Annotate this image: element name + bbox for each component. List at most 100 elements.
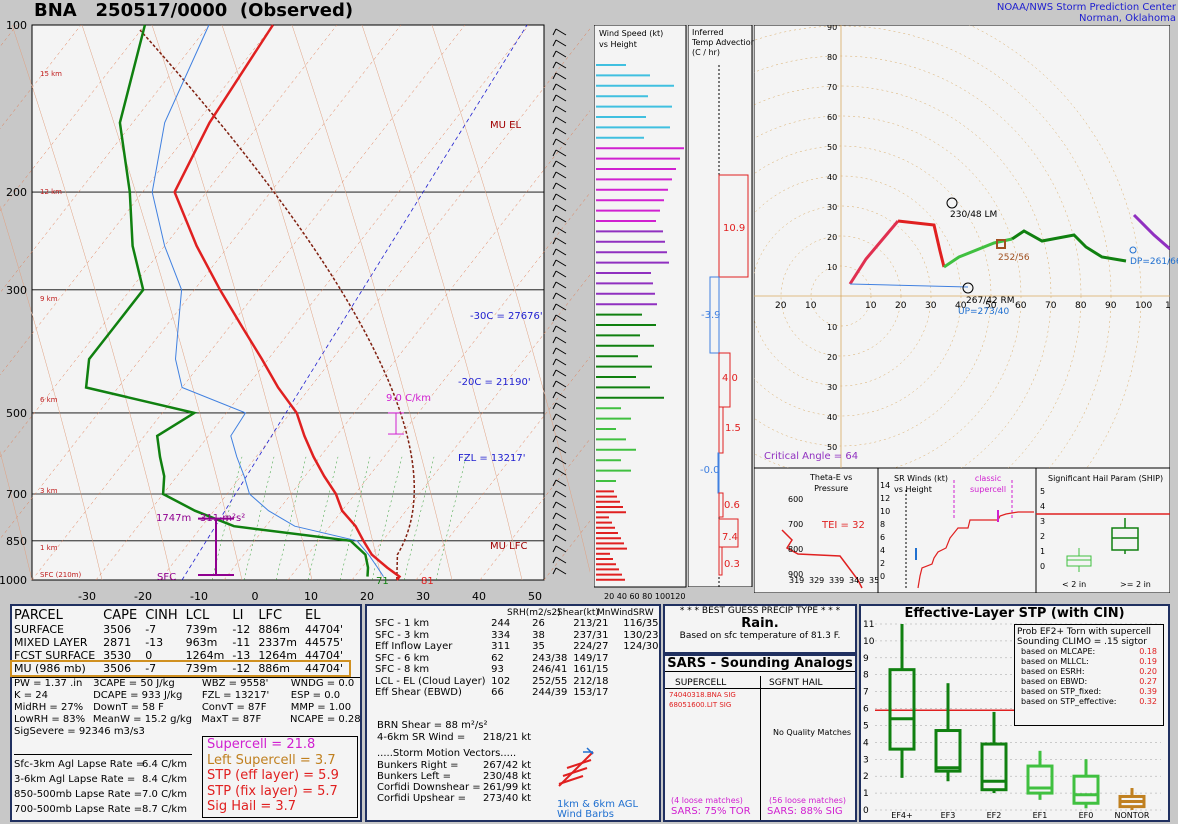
wind-barb-flag bbox=[552, 446, 557, 454]
kinematics-cell: 116/35 bbox=[623, 618, 659, 629]
wind-barb bbox=[555, 94, 567, 102]
temperature-tick-label: -20 bbox=[134, 590, 152, 603]
adv-title1: Inferred bbox=[692, 28, 724, 37]
hodo-x-tick: 100 bbox=[1135, 301, 1152, 311]
sfc-temp-label: 81 bbox=[421, 576, 434, 587]
stp-y-tick: 2 bbox=[863, 772, 869, 782]
sars-matches: 74040318.BNA SIG 68051600.LIT SIG bbox=[669, 690, 736, 710]
sig-hail-index: Sig Hail = 3.7 bbox=[207, 799, 297, 814]
stp-category-label: EF2 bbox=[987, 811, 1002, 820]
motion-row: Bunkers Right = 267/42 kt bbox=[377, 760, 531, 771]
parcel-cell: FCST SURFACE bbox=[14, 649, 96, 662]
theta-y-tick: 800 bbox=[788, 545, 804, 554]
temp-advection-panel bbox=[688, 25, 753, 587]
temperature-tick-label: -30 bbox=[78, 590, 96, 603]
wind-barb bbox=[555, 138, 567, 146]
advection-value: 7.4 bbox=[722, 532, 738, 543]
prob-row: based on STP_effective: 0.32 bbox=[1017, 697, 1161, 707]
wind-barb-flag bbox=[552, 160, 557, 168]
wind-barb bbox=[555, 72, 567, 80]
hodo-y-tick: 30 bbox=[827, 203, 837, 212]
srw-title2: vs Height bbox=[894, 485, 932, 494]
lapse-value: 6.4 C/km bbox=[142, 759, 187, 770]
stp-category-label: EF1 bbox=[1033, 811, 1048, 820]
stp-y-tick: 7 bbox=[863, 688, 869, 698]
ship-y-tick: 2 bbox=[1040, 532, 1046, 541]
wind-barb-flag bbox=[552, 347, 557, 355]
wind-title2: vs Height bbox=[599, 40, 637, 49]
hodo-y-tick: 60 bbox=[827, 113, 837, 122]
theta-x-tick: 349 bbox=[849, 576, 865, 585]
wind-barb-flag bbox=[552, 270, 557, 278]
kinematics-cell: 311 bbox=[491, 641, 511, 652]
prob-title2: Sounding CLIMO = .15 sigtor bbox=[1017, 637, 1147, 647]
wind-barb bbox=[555, 215, 567, 223]
thermo-cell: NCAPE = 0.28 bbox=[290, 714, 361, 725]
thermo-cell bbox=[94, 726, 202, 738]
wind-barb-flag bbox=[552, 413, 557, 421]
ship-lt2: < 2 in bbox=[1062, 580, 1087, 589]
height-label: 6 km bbox=[40, 396, 58, 404]
wind-barb-flag bbox=[552, 380, 557, 388]
kinematics-cell: 93 bbox=[491, 664, 504, 675]
sars-loose-2: (56 loose matches) bbox=[769, 796, 846, 805]
kinematics-cell: 102 bbox=[491, 675, 511, 687]
theta-x-tick: 339 bbox=[829, 576, 845, 585]
wind-barb bbox=[555, 402, 567, 410]
parcel-cell: 3506 bbox=[103, 662, 132, 675]
supercell-index: Supercell = 21.8 bbox=[207, 737, 316, 752]
lm-label: 230/48 LM bbox=[950, 210, 998, 220]
lapse-row: Sfc-3km Agl Lapse Rate = 6.4 C/km bbox=[14, 757, 192, 772]
kinematics-cell: 244/39 bbox=[532, 687, 568, 698]
hodo-y-tick: 10 bbox=[827, 263, 837, 272]
wind-barb bbox=[555, 380, 567, 388]
prob-label: based on MLCAPE: bbox=[1021, 647, 1096, 656]
wind-barb bbox=[555, 105, 567, 113]
parcel-row: MU (986 mb) 3506 -7 739m -12 886m 44704' bbox=[9, 660, 352, 677]
parcel-cell: 44704' bbox=[305, 649, 344, 662]
kinematics-cell: 161/15 bbox=[573, 664, 609, 675]
stp-fix-index: STP (fix layer) = 5.7 bbox=[207, 783, 338, 799]
parcel-row: MIXED LAYER 2871 -13 963m -11 2337m 44575' bbox=[12, 636, 349, 649]
stp-box bbox=[980, 742, 1008, 792]
parcel-cell: 44704' bbox=[305, 662, 344, 675]
parcel-cell: 0 bbox=[145, 649, 153, 662]
parcel-cell: 1264m bbox=[185, 649, 225, 662]
parcel-cell: -11 bbox=[232, 636, 251, 649]
advection-value: 10.9 bbox=[723, 223, 746, 234]
pressure-tick-label: 100 bbox=[6, 20, 27, 32]
srw-y-tick: 6 bbox=[880, 533, 886, 542]
kinematics-header-cell: Shear(kt) bbox=[557, 608, 599, 618]
hodo-x-tick: 70 bbox=[1045, 301, 1057, 311]
prob-value: 0.19 bbox=[1139, 657, 1157, 666]
page-title: BNA 250517/0000 (Observed) bbox=[34, 0, 354, 21]
thermo-cell: DCAPE = 933 J/kg bbox=[93, 690, 183, 701]
wind-barb bbox=[555, 534, 567, 542]
ship-y-tick: 3 bbox=[1040, 517, 1046, 526]
wind-barb bbox=[555, 61, 567, 69]
ship-y-tick: 1 bbox=[1040, 547, 1046, 556]
thermo-cell: LowRH = 83% bbox=[14, 714, 86, 725]
hodo-y-tick: 80 bbox=[827, 53, 837, 62]
wind-title1: Wind Speed (kt) bbox=[599, 29, 664, 38]
kinematics-cell bbox=[623, 664, 659, 676]
wind-barb bbox=[555, 435, 567, 443]
motion-label: Corfidi Upshear = bbox=[377, 793, 466, 804]
mu-lfc-label: MU LFC bbox=[490, 541, 528, 552]
parcel-cell: MIXED LAYER bbox=[14, 636, 88, 649]
wind-barb bbox=[555, 116, 567, 124]
wind-barb bbox=[555, 39, 567, 47]
prob-row: based on EBWD: 0.27 bbox=[1017, 677, 1161, 687]
wind-barb bbox=[555, 50, 567, 58]
wind-barb-flag bbox=[552, 39, 557, 47]
kinematics-cell: 224/27 bbox=[573, 641, 609, 652]
motion-row: Corfidi Upshear = 273/40 kt bbox=[377, 793, 531, 804]
stp-box bbox=[934, 729, 962, 773]
prob-row: based on MLLCL: 0.19 bbox=[1017, 657, 1161, 667]
wind-barb-flag bbox=[552, 358, 557, 366]
wind-barb bbox=[555, 182, 567, 190]
wind-barb bbox=[555, 479, 567, 487]
parcel-cell: -13 bbox=[145, 636, 164, 649]
wind-barb bbox=[555, 457, 567, 465]
stp-y-tick: 1 bbox=[863, 789, 869, 799]
